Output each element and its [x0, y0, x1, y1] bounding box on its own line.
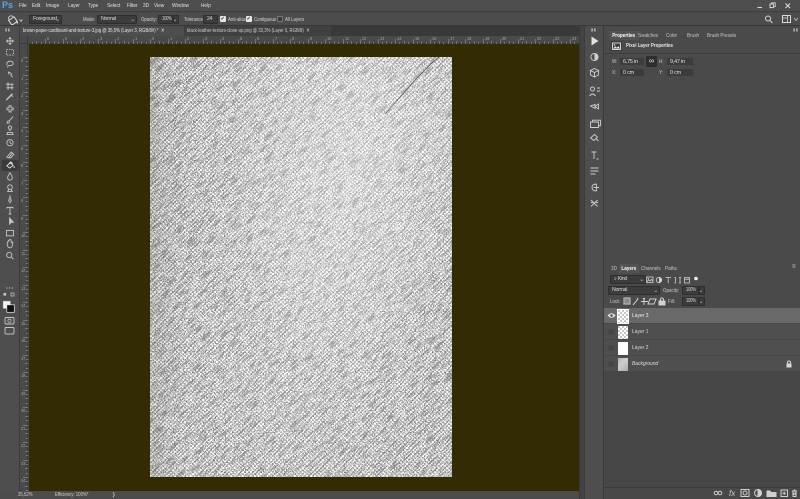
svg-text:fx: fx: [729, 489, 736, 498]
